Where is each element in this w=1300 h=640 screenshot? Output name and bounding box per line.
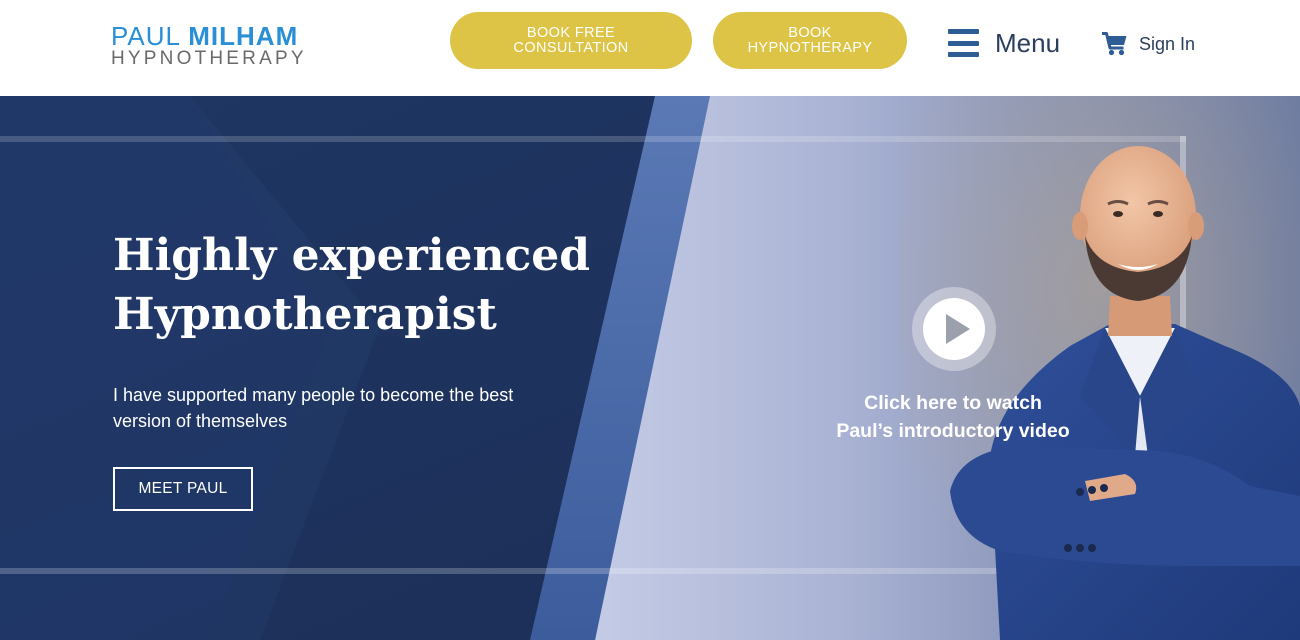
book-hypnotherapy-button[interactable]: BOOK HYPNOTHERAPY	[713, 12, 907, 69]
video-caption-line2: Paul’s introductory video	[836, 420, 1070, 442]
hero-heading: Highly experienced Hypnotherapist	[113, 226, 633, 344]
menu-button[interactable]: Menu	[948, 26, 1060, 60]
hypnotherapy-button-line2: HYPNOTHERAPY	[747, 39, 873, 56]
book-free-consultation-button[interactable]: BOOK FREE CONSULTATION	[450, 12, 692, 69]
consultation-button-line1: BOOK FREE	[526, 24, 616, 41]
intro-video-link[interactable]: Click here to watch Paul’s introductory …	[812, 389, 1094, 445]
hero-heading-line1: Highly experienced	[113, 230, 591, 281]
logo-tagline: HYPNOTHERAPY	[111, 48, 307, 69]
sign-in-label: Sign In	[1139, 33, 1196, 54]
site-header: PAUL MILHAM HYPNOTHERAPY BOOK FREE CONSU…	[0, 0, 1300, 96]
menu-label: Menu	[995, 27, 1061, 58]
meet-paul-button[interactable]: MEET PAUL	[113, 467, 253, 511]
video-caption-line1: Click here to watch	[864, 392, 1042, 414]
hero-heading-line2: Hypnotherapist	[113, 289, 497, 340]
play-icon[interactable]	[911, 286, 997, 372]
hero-subtitle: I have supported many people to become t…	[113, 385, 514, 431]
sign-in-link[interactable]: Sign In	[1102, 31, 1195, 57]
hypnotherapy-button-line1: BOOK	[788, 24, 832, 41]
logo[interactable]: PAUL MILHAM HYPNOTHERAPY	[111, 22, 311, 72]
hero-background	[0, 96, 1300, 640]
consultation-button-line2: CONSULTATION	[513, 39, 629, 56]
logo-name: PAUL MILHAM	[111, 22, 298, 50]
hero-section: Highly experienced Hypnotherapist I have…	[0, 96, 1300, 640]
logo-last-name: MILHAM	[188, 21, 299, 51]
cart-icon	[1102, 32, 1127, 56]
hamburger-icon	[948, 29, 979, 57]
logo-first-name: PAUL	[111, 21, 181, 51]
